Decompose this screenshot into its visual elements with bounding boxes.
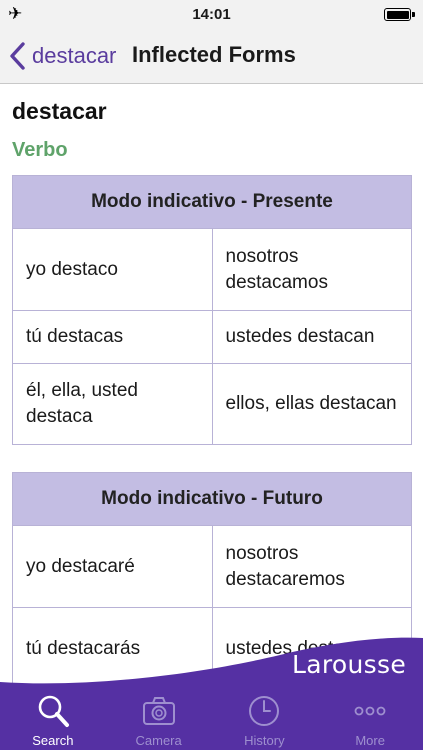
status-bar: ✈ 14:01 — [0, 0, 423, 28]
tab-label: History — [244, 733, 285, 748]
part-of-speech: Verbo — [12, 139, 68, 161]
clock-icon — [249, 696, 280, 726]
table-cell: ustedes destacan — [211, 310, 412, 364]
navigation-bar: destacar Inflected Forms — [0, 28, 423, 84]
tab-bar: Search Camera History More — [0, 685, 423, 750]
larousse-logo: Larousse — [292, 650, 406, 679]
table-cell: yo destacaré — [12, 525, 213, 608]
table-cell: nosotros destacaremos — [211, 525, 412, 608]
content-area[interactable]: destacar Verbo Modo indicativo - Present… — [0, 85, 423, 685]
table-cell: nosotros destacamos — [211, 228, 412, 311]
tab-search[interactable]: Search — [0, 685, 106, 750]
tab-camera[interactable]: Camera — [106, 685, 212, 750]
tab-more[interactable]: More — [317, 685, 423, 750]
tab-history[interactable]: History — [212, 685, 318, 750]
back-button[interactable]: destacar — [8, 38, 116, 74]
back-button-label: destacar — [32, 43, 117, 68]
table-cell: él, ella, usted destaca — [12, 363, 213, 445]
more-icon — [354, 706, 386, 716]
chevron-left-icon — [10, 42, 25, 70]
tab-label: Search — [32, 733, 74, 748]
search-icon — [38, 695, 69, 727]
camera-icon — [142, 697, 175, 725]
table-row: él, ella, usted destaca ellos, ellas des… — [12, 363, 412, 445]
page-title: Inflected Forms — [132, 42, 296, 67]
battery-icon — [384, 8, 415, 21]
tab-label: More — [355, 733, 385, 748]
status-time: 14:01 — [192, 6, 231, 23]
table-row: yo destacaré nosotros destacaremos — [12, 525, 412, 608]
table-header: Modo indicativo - Futuro — [12, 472, 412, 526]
table-cell: yo destaco — [12, 228, 213, 311]
entry-word: destacar — [12, 98, 107, 124]
conjugation-table-presente: Modo indicativo - Presente yo destaco no… — [12, 175, 412, 445]
table-cell: tú destacas — [12, 310, 213, 364]
table-cell: ellos, ellas destacan — [211, 363, 412, 445]
table-row: yo destaco nosotros destacamos — [12, 228, 412, 311]
table-header: Modo indicativo - Presente — [12, 175, 412, 229]
tab-label: Camera — [135, 733, 182, 748]
table-row: tú destacas ustedes destacan — [12, 310, 412, 364]
